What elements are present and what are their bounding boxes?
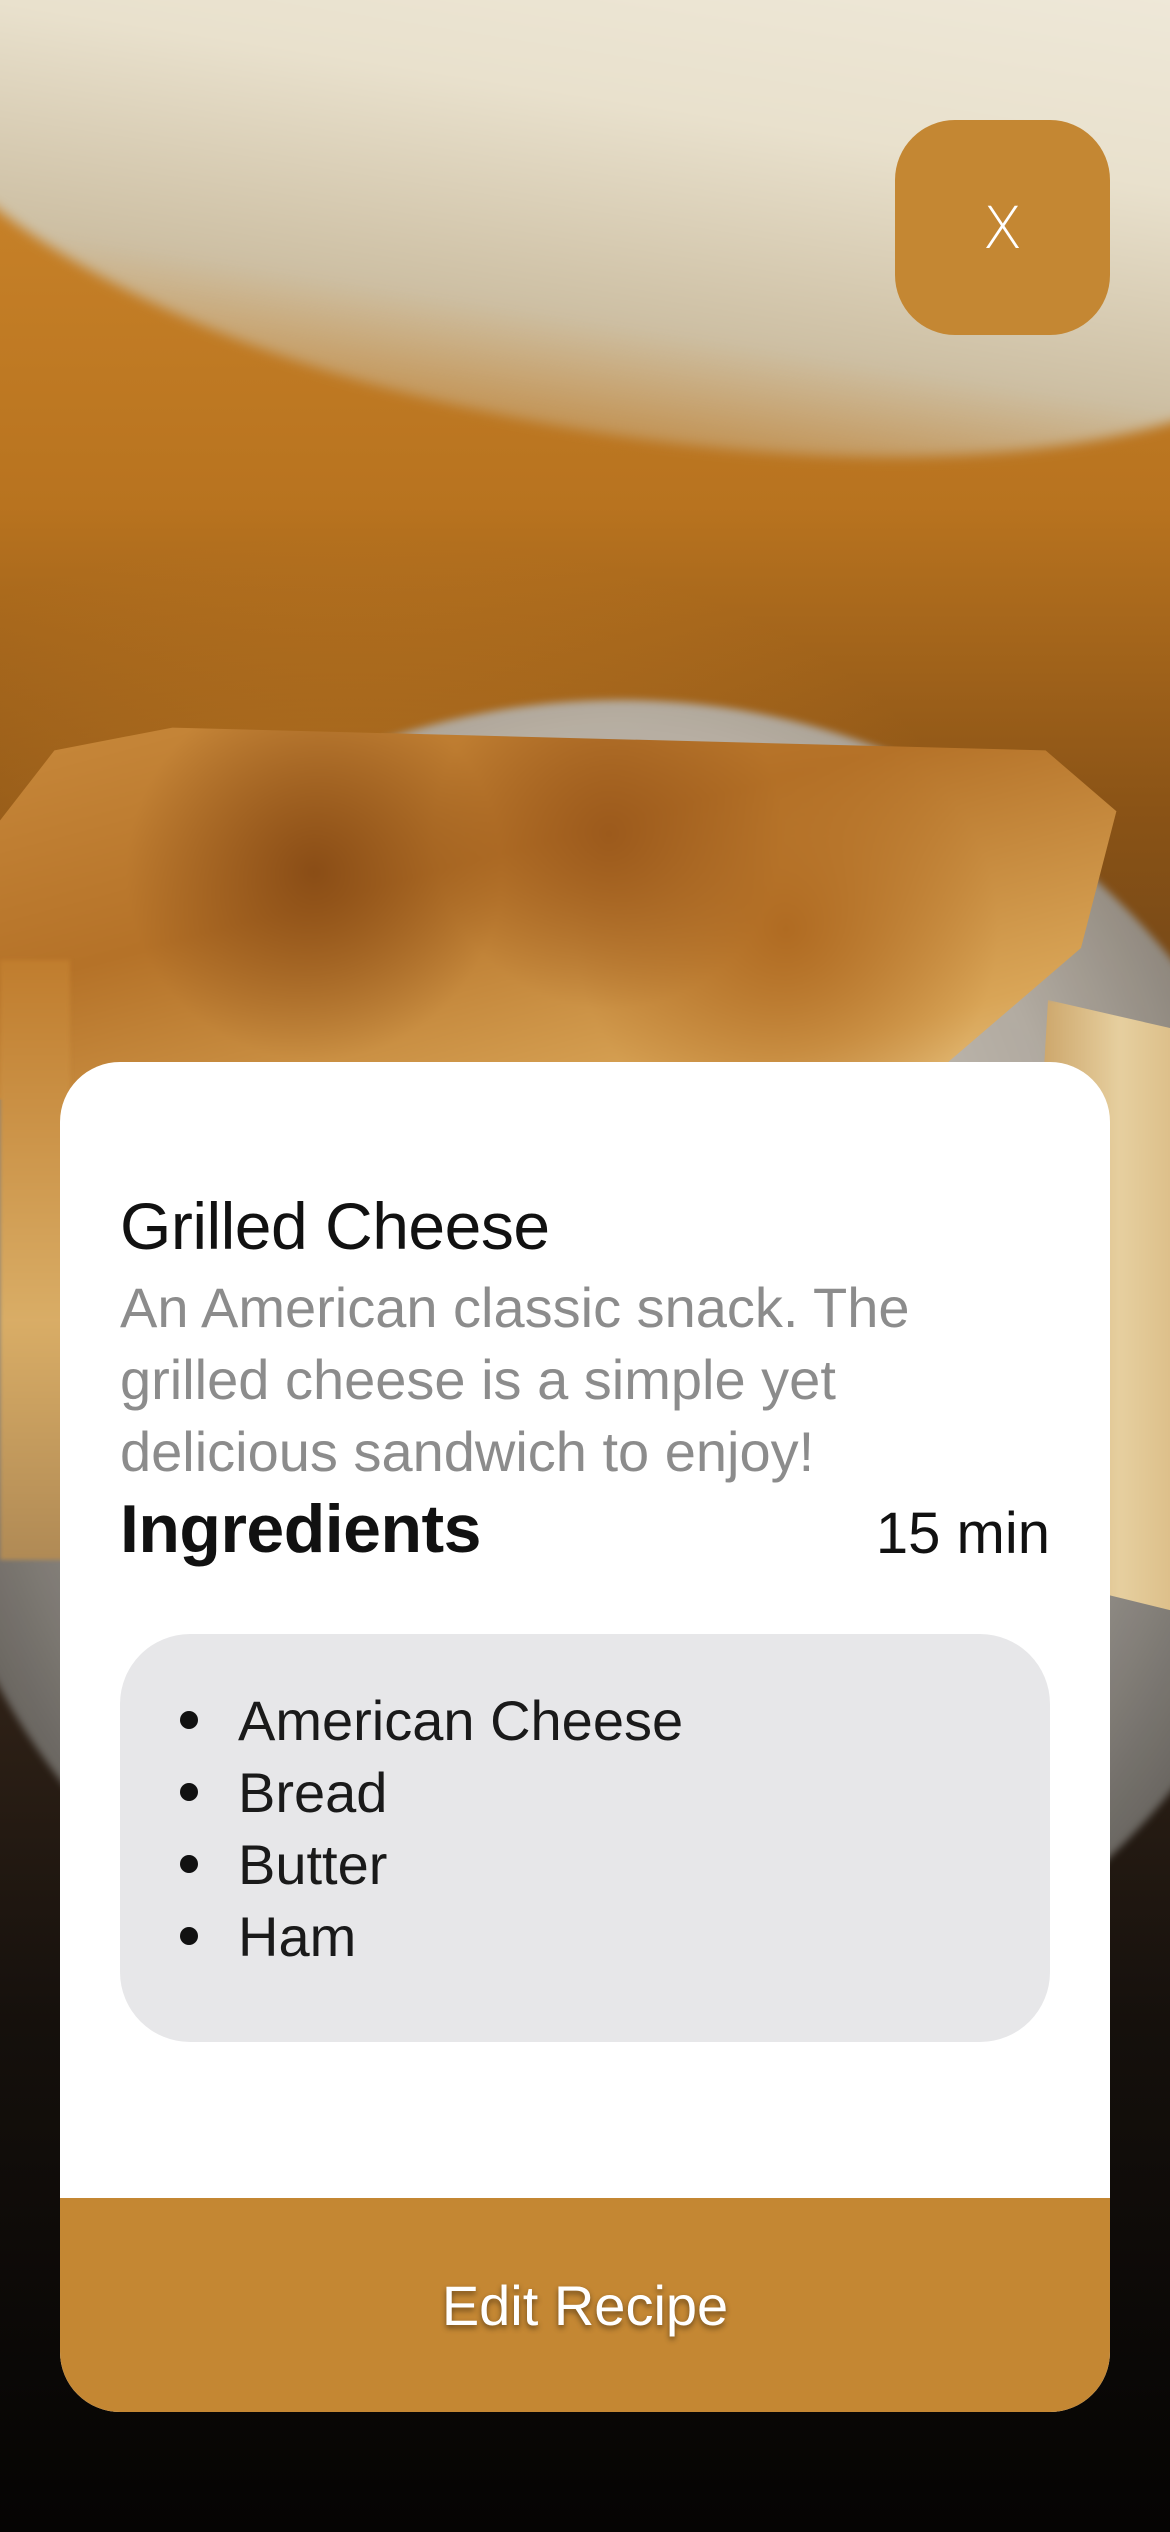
edit-recipe-label: Edit Recipe bbox=[441, 2273, 729, 2337]
close-icon: X bbox=[982, 193, 1023, 262]
bullet-icon bbox=[180, 1783, 198, 1801]
ingredients-box: American Cheese Bread Butter Ham bbox=[120, 1634, 1050, 2042]
bullet-icon bbox=[180, 1855, 198, 1873]
list-item: American Cheese bbox=[180, 1684, 1050, 1756]
ingredient-label: Butter bbox=[238, 1832, 388, 1896]
recipe-description: An American classic snack. The grilled c… bbox=[120, 1276, 910, 1483]
recipe-title: Grilled Cheese bbox=[120, 1189, 550, 1263]
bullet-icon bbox=[180, 1711, 198, 1729]
ingredients-list: American Cheese Bread Butter Ham bbox=[180, 1684, 1050, 1972]
edit-recipe-button[interactable]: Edit Recipe bbox=[60, 2198, 1110, 2412]
list-item: Ham bbox=[180, 1900, 1050, 1972]
close-button[interactable]: X bbox=[895, 120, 1110, 335]
ingredient-label: Bread bbox=[238, 1760, 388, 1824]
bullet-icon bbox=[180, 1927, 198, 1945]
list-item: Butter bbox=[180, 1828, 1050, 1900]
recipe-card: Grilled Cheese An American classic snack… bbox=[60, 1062, 1110, 2412]
cook-time: 15 min bbox=[875, 1501, 1050, 1566]
sandwich-image bbox=[0, 727, 1117, 1100]
list-item: Bread bbox=[180, 1756, 1050, 1828]
ingredient-label: American Cheese bbox=[238, 1688, 684, 1752]
ingredient-label: Ham bbox=[238, 1904, 357, 1968]
ingredients-heading: Ingredients bbox=[120, 1491, 482, 1567]
